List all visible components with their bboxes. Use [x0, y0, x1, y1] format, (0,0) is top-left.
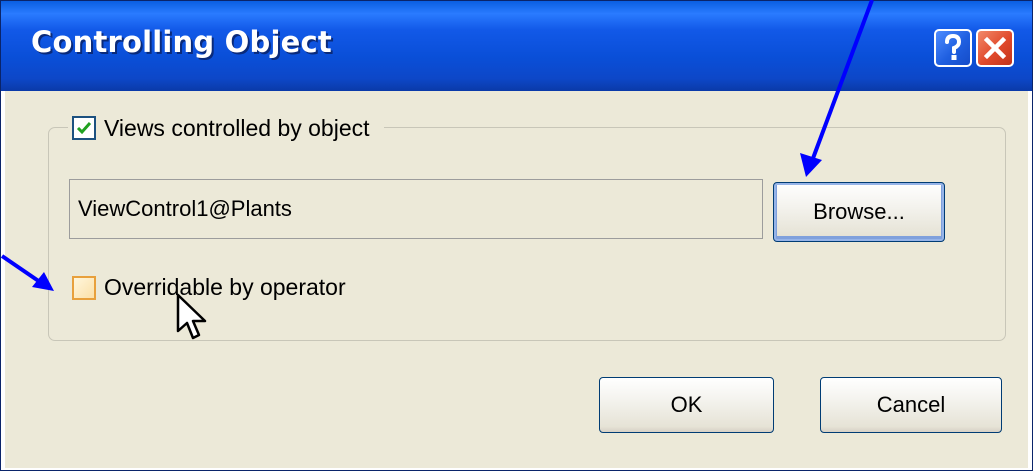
- overridable-label: Overridable by operator: [104, 274, 346, 300]
- views-controlled-label: Views controlled by object: [104, 114, 370, 141]
- controller-object-field[interactable]: ViewControl1@Plants: [69, 179, 763, 239]
- overridable-checkbox[interactable]: [72, 275, 96, 300]
- close-button[interactable]: [976, 29, 1014, 67]
- ok-button[interactable]: OK: [599, 377, 774, 433]
- window-title: Controlling Object: [31, 25, 332, 59]
- help-button[interactable]: [934, 29, 972, 67]
- dialog-body: Views controlled by object ViewControl1@…: [5, 91, 1028, 468]
- cancel-button[interactable]: Cancel: [820, 377, 1002, 433]
- close-x-icon: [983, 36, 1007, 60]
- mouse-pointer-icon: [176, 293, 207, 340]
- question-mark-icon: [945, 33, 962, 60]
- checkmark-icon: [76, 122, 92, 135]
- views-controlled-checkbox[interactable]: [72, 116, 96, 140]
- browse-button[interactable]: Browse...: [773, 182, 945, 242]
- dialog-window: Controlling Object Views controlled by o…: [0, 0, 1033, 471]
- title-bar[interactable]: Controlling Object: [1, 1, 1032, 91]
- views-controlled-option[interactable]: Views controlled by object: [68, 111, 384, 145]
